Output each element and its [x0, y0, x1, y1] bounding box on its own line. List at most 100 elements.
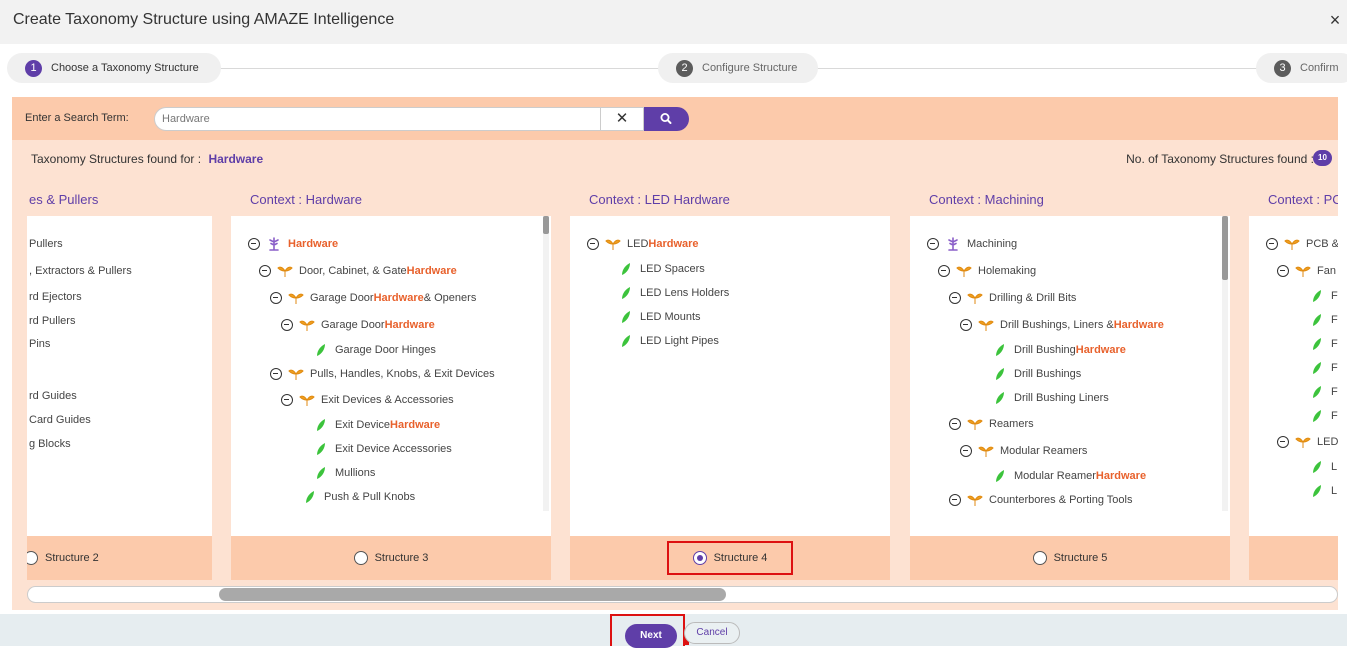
tree-node[interactable]: LED Mounts: [570, 305, 890, 329]
close-icon[interactable]: ×: [1325, 10, 1345, 30]
branch-icon: [956, 266, 972, 277]
tree-node[interactable]: , Extractors & Pullers: [29, 257, 212, 284]
tree-node[interactable]: Fan: [1249, 257, 1338, 284]
collapse-icon[interactable]: [259, 264, 271, 277]
tree-node[interactable]: Garage Door Hardware: [231, 311, 551, 338]
tree-node[interactable]: Drill Bushing Hardware: [910, 338, 1230, 362]
tree-node[interactable]: Pulls, Handles, Knobs, & Exit Devices: [231, 362, 551, 386]
collapse-icon[interactable]: [938, 264, 950, 277]
step-number: 3: [1274, 59, 1291, 77]
tree-node[interactable]: LED Light Pipes: [570, 329, 890, 353]
cancel-button[interactable]: Cancel: [684, 622, 740, 644]
tree-node[interactable]: Modular Reamers: [910, 437, 1230, 464]
tree-node[interactable]: Card Guides: [29, 408, 212, 432]
collapse-icon[interactable]: [949, 417, 961, 430]
cards-horizontal-scrollbar[interactable]: [27, 586, 1338, 603]
collapse-icon[interactable]: [281, 393, 293, 406]
tree-node[interactable]: Counterbores & Porting Tools: [910, 488, 1230, 512]
structure-radio[interactable]: [1032, 551, 1047, 565]
tree-node[interactable]: Exit Device Accessories: [231, 437, 551, 461]
selected-structure-frame[interactable]: Structure 4: [666, 541, 794, 575]
collapse-icon[interactable]: [270, 291, 282, 304]
leaf-icon: [317, 467, 325, 479]
search-input[interactable]: Hardware: [154, 107, 600, 131]
tree-node[interactable]: rd Guides: [29, 384, 212, 408]
search-button[interactable]: [644, 107, 689, 131]
tree-node[interactable]: g Blocks: [29, 432, 212, 456]
tree-scrollbar[interactable]: [543, 216, 549, 511]
collapse-icon[interactable]: [1277, 264, 1289, 277]
tree-node[interactable]: Push & Pull Knobs: [231, 485, 551, 509]
step-choose-structure[interactable]: 1 Choose a Taxonomy Structure: [7, 53, 221, 83]
clear-search-button[interactable]: ✕: [600, 107, 644, 131]
tree-node[interactable]: Exit Device Hardware: [231, 413, 551, 437]
tree-node[interactable]: rd Ejectors: [29, 284, 212, 309]
tree-node[interactable]: PCB &: [1249, 230, 1338, 257]
step-confirm[interactable]: 3 Confirm: [1256, 53, 1347, 83]
leaf-icon: [317, 344, 325, 356]
structure-radio[interactable]: [353, 551, 368, 565]
tree-node[interactable]: Modular Reamer Hardware: [910, 464, 1230, 488]
dialog-header: Create Taxonomy Structure using AMAZE In…: [0, 0, 1347, 44]
tree-node[interactable]: Hardware: [231, 230, 551, 257]
tree-node[interactable]: rd Pullers: [29, 309, 212, 332]
tree-node[interactable]: Mullions: [231, 461, 551, 485]
collapse-icon[interactable]: [281, 318, 293, 331]
leaf-icon: [306, 491, 314, 503]
structure-label: Structure 5: [1053, 552, 1108, 564]
tree-node[interactable]: Drill Bushing Liners: [910, 386, 1230, 410]
branch-icon: [978, 320, 994, 331]
tree-node[interactable]: LED: [1249, 428, 1338, 455]
collapse-icon[interactable]: [248, 237, 260, 250]
tree-node[interactable]: Pullers: [29, 230, 212, 257]
scrollbar-thumb[interactable]: [543, 216, 549, 234]
step-label: Confirm: [1300, 62, 1339, 74]
tree-node[interactable]: Pins: [29, 332, 212, 356]
collapse-icon[interactable]: [960, 318, 972, 331]
card-title: Context : Hardware: [231, 182, 551, 216]
tree-node[interactable]: Reamers: [910, 410, 1230, 437]
collapse-icon[interactable]: [949, 291, 961, 304]
collapse-icon[interactable]: [1266, 237, 1278, 250]
leaf-icon: [1313, 362, 1321, 374]
tree-node[interactable]: Garage Door Hinges: [231, 338, 551, 362]
scrollbar-thumb[interactable]: [219, 588, 726, 601]
collapse-icon[interactable]: [927, 237, 939, 250]
collapse-icon[interactable]: [270, 368, 282, 380]
tree-node[interactable]: Door, Cabinet, & Gate Hardware: [231, 257, 551, 284]
step-configure-structure[interactable]: 2 Configure Structure: [658, 53, 818, 83]
tree-node[interactable]: Fa: [1249, 308, 1338, 332]
tree-node[interactable]: Fa: [1249, 404, 1338, 428]
structure-radio[interactable]: [27, 551, 38, 565]
tree-node[interactable]: Drill Bushings: [910, 362, 1230, 386]
tree-node[interactable]: LED Hardware: [570, 230, 890, 257]
tree-node[interactable]: Garage Door Hardware & Openers: [231, 284, 551, 311]
tree-node[interactable]: Fa: [1249, 380, 1338, 404]
step-number: 2: [676, 59, 693, 77]
collapse-icon[interactable]: [587, 237, 599, 250]
collapse-icon[interactable]: [949, 494, 961, 506]
tree-node[interactable]: LE: [1249, 479, 1338, 503]
card-title: Context : PC: [1249, 182, 1338, 216]
tree-node[interactable]: Machining: [910, 230, 1230, 257]
tree-node[interactable]: LED Lens Holders: [570, 281, 890, 305]
leaf-icon: [1313, 386, 1321, 398]
collapse-icon[interactable]: [1277, 435, 1289, 448]
branch-icon: [967, 419, 983, 430]
tree-node[interactable]: LE: [1249, 455, 1338, 479]
tree-node[interactable]: Fa: [1249, 356, 1338, 380]
tree-node[interactable]: [29, 356, 212, 384]
tree-node[interactable]: LED Spacers: [570, 257, 890, 281]
tree-node[interactable]: Holemaking: [910, 257, 1230, 284]
leaf-icon: [622, 335, 630, 347]
tree-node[interactable]: Fa: [1249, 332, 1338, 356]
tree-node[interactable]: Exit Devices & Accessories: [231, 386, 551, 413]
next-button[interactable]: Next: [625, 624, 677, 648]
tree-node[interactable]: Fa: [1249, 284, 1338, 308]
tree-node[interactable]: Drill Bushings, Liners & Hardware: [910, 311, 1230, 338]
structure-radio[interactable]: [692, 551, 707, 565]
collapse-icon[interactable]: [960, 444, 972, 457]
tree-node[interactable]: Drilling & Drill Bits: [910, 284, 1230, 311]
scrollbar-thumb[interactable]: [1222, 216, 1228, 280]
tree-scrollbar[interactable]: [1222, 216, 1228, 511]
